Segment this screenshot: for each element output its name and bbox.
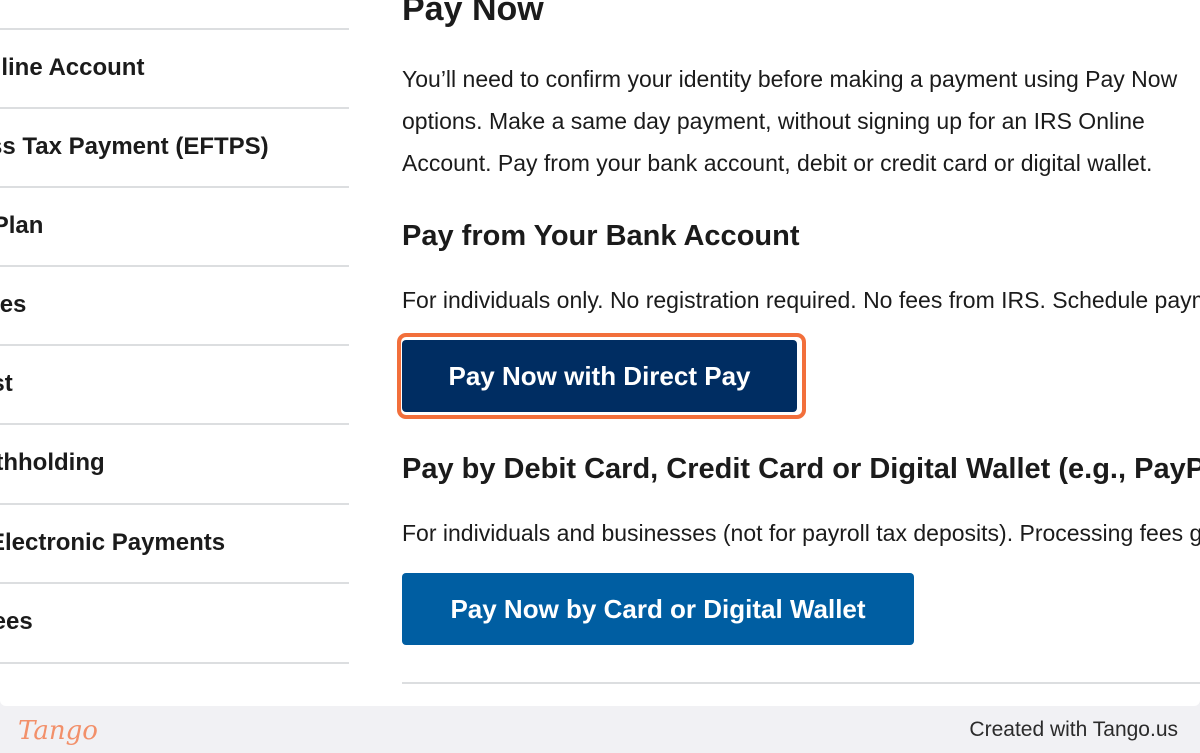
sidebar-item-label: Penalties [0, 291, 27, 318]
sidebar-divider [0, 662, 349, 664]
bank-account-heading: Pay from Your Bank Account [402, 220, 800, 252]
page-title: Pay Now [402, 0, 544, 28]
sidebar-nav: Online Account Business Tax Payment (EFT… [0, 0, 349, 706]
sidebar-item-label: Business Tax Payment (EFTPS) [0, 133, 269, 160]
intro-paragraph: You’ll need to confirm your identity bef… [402, 66, 1178, 176]
sidebar-item-electronic-payments[interactable]: Return Electronic Payments [0, 503, 349, 581]
tango-logo[interactable]: Tango [18, 716, 98, 746]
sidebar-item-tax-withholding[interactable]: Tax Withholding [0, 423, 349, 501]
sidebar-item-eftps[interactable]: Business Tax Payment (EFTPS) [0, 107, 349, 185]
sidebar-item-label: Interest [0, 370, 13, 397]
sidebar-item-penalties[interactable]: Penalties [0, 265, 349, 343]
sidebar-item-interest[interactable]: Interest [0, 344, 349, 422]
pay-now-direct-pay-button[interactable]: Pay Now with Direct Pay [402, 340, 797, 412]
sidebar-item-label: Online Account [0, 54, 145, 81]
pay-now-card-wallet-button[interactable]: Pay Now by Card or Digital Wallet [402, 573, 914, 645]
sidebar-item-fees[interactable]: Fees [0, 582, 349, 660]
card-wallet-description: For individuals and businesses (not for … [402, 520, 1200, 546]
sidebar-item-label: Return Electronic Payments [0, 529, 226, 556]
created-with-credit: Created with Tango.us [969, 718, 1178, 741]
tango-footer: Tango Created with Tango.us [0, 706, 1200, 753]
bank-account-description: For individuals only. No registration re… [402, 287, 1200, 313]
sidebar-item-payment-plan[interactable]: Payment Plan [0, 186, 349, 264]
screenshot-frame: Online Account Business Tax Payment (EFT… [0, 0, 1200, 706]
section-divider [402, 682, 1200, 684]
sidebar-item-label: Fees [0, 608, 33, 635]
sidebar-item-online-account[interactable]: Online Account [0, 28, 349, 106]
main-content: Pay Now You’ll need to confirm your iden… [402, 0, 1200, 706]
sidebar-item-label: Payment Plan [0, 212, 44, 239]
sidebar-item-label: Tax Withholding [0, 449, 105, 476]
card-wallet-heading: Pay by Debit Card, Credit Card or Digita… [402, 453, 1200, 485]
